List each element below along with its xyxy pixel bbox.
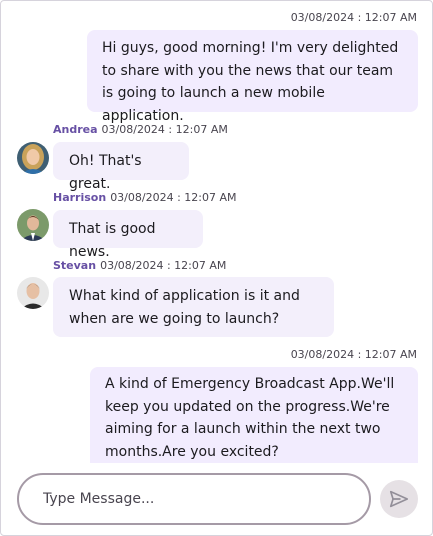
message-timestamp: 03/08/2024 : 12:07 AM bbox=[110, 191, 237, 204]
man-suit-avatar[interactable] bbox=[17, 209, 49, 241]
author-name: Andrea bbox=[53, 123, 98, 136]
outgoing-message-bubble: A kind of Emergency Broadcast App.We'll … bbox=[90, 367, 418, 463]
message-meta: Stevan 03/08/2024 : 12:07 AM bbox=[53, 259, 226, 272]
message-input[interactable] bbox=[19, 475, 369, 523]
man-avatar[interactable] bbox=[17, 277, 49, 309]
send-icon bbox=[389, 490, 409, 508]
message-meta: Andrea 03/08/2024 : 12:07 AM bbox=[53, 123, 228, 136]
incoming-message-bubble: Oh! That's great. bbox=[53, 142, 189, 192]
chat-window: 03/08/2024 : 12:07 AM Hi guys, good morn… bbox=[0, 0, 433, 536]
author-name: Stevan bbox=[53, 259, 97, 272]
incoming-message-bubble: What kind of application is it and when … bbox=[53, 277, 334, 337]
message-timestamp: 03/08/2024 : 12:07 AM bbox=[290, 11, 417, 24]
message-list[interactable]: 03/08/2024 : 12:07 AM Hi guys, good morn… bbox=[1, 1, 432, 463]
message-timestamp: 03/08/2024 : 12:07 AM bbox=[290, 348, 417, 361]
author-name: Harrison bbox=[53, 191, 107, 204]
message-composer bbox=[17, 473, 371, 525]
outgoing-message-bubble: Hi guys, good morning! I'm very delighte… bbox=[87, 30, 418, 124]
message-timestamp: 03/08/2024 : 12:07 AM bbox=[100, 259, 227, 272]
message-meta: Harrison 03/08/2024 : 12:07 AM bbox=[53, 191, 237, 204]
send-button[interactable] bbox=[380, 480, 418, 518]
woman-avatar[interactable] bbox=[17, 142, 49, 174]
message-timestamp: 03/08/2024 : 12:07 AM bbox=[101, 123, 228, 136]
incoming-message-bubble: That is good news. bbox=[53, 210, 203, 260]
